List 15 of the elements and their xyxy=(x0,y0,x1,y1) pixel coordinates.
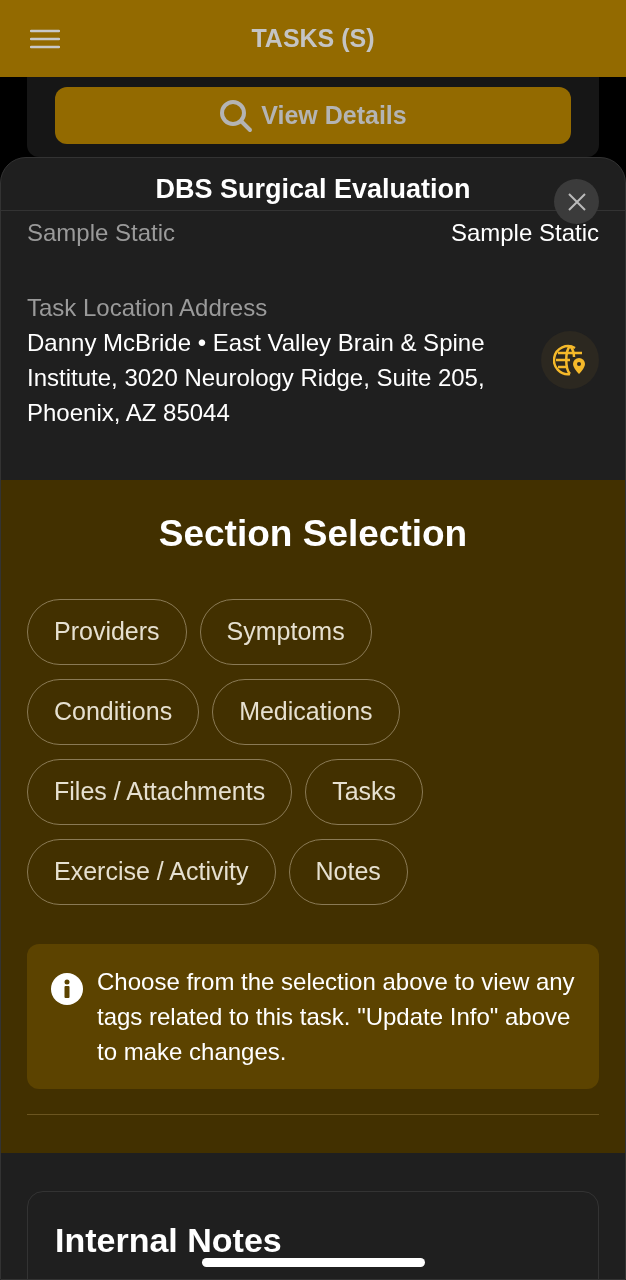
info-message: Choose from the selection above to view any tags related to this task. "Update Info" above to make changes. xyxy=(97,967,575,1067)
info-icon xyxy=(51,973,83,1005)
address-text: Danny McBride • East Valley Brain & Spine Institute, 3020 Neurology Ridge, Suite 205, Phoenix, AZ 85044 xyxy=(27,327,486,428)
sheet-title: DBS Surgical Evaluation xyxy=(155,173,471,206)
close-button[interactable] xyxy=(554,179,599,224)
close-icon xyxy=(566,191,587,212)
field-value: Sample Static xyxy=(450,217,599,248)
page-title: TASKS (S) xyxy=(251,22,375,54)
globe-pin-icon xyxy=(553,342,587,377)
menu-icon[interactable] xyxy=(30,29,60,49)
search-icon xyxy=(219,98,254,133)
field-label: Task Location Address xyxy=(27,292,269,323)
card-title: Internal Notes xyxy=(55,1220,283,1260)
field-label: Sample Static xyxy=(27,217,176,248)
section-heading: Section Selection xyxy=(157,511,469,556)
